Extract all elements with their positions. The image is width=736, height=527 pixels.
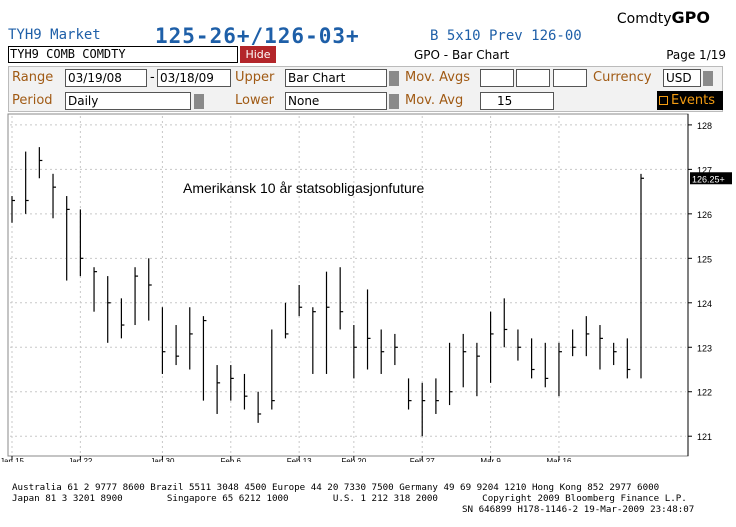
range-label: Range <box>12 70 54 85</box>
last-price-tag: 126.25+ <box>690 172 732 185</box>
chevron-down-icon[interactable] <box>703 71 713 86</box>
y-tick-label: 122 <box>697 388 712 398</box>
y-tick-label: 123 <box>697 343 712 353</box>
mov-avg-3-field[interactable] <box>553 69 587 87</box>
period-select[interactable]: Daily <box>65 92 191 110</box>
x-tick-label: Feb 6 <box>221 457 242 462</box>
brand-logo: ComdtyGPO <box>616 8 710 27</box>
range-separator: - <box>150 70 155 85</box>
mov-avgs-label: Mov. Avgs <box>405 70 470 85</box>
security-input[interactable]: TYH9 COMB COMDTY <box>8 46 238 63</box>
x-tick-label: Jan 30 <box>150 457 175 462</box>
footer-serial: SN 646899 H178-1146-2 19-Mar-2009 23:48:… <box>462 504 695 515</box>
function-title: GPO - Bar Chart <box>414 48 510 62</box>
period-label: Period <box>12 93 53 108</box>
y-tick-label: 125 <box>697 254 712 264</box>
quote-details: B 5x10 Prev 126-00 <box>430 28 582 44</box>
y-tick-label: 128 <box>697 121 712 131</box>
footer-contacts-1: Australia 61 2 9777 8600 Brazil 5511 304… <box>12 482 660 493</box>
mov-avg-field[interactable]: 15 <box>480 92 554 110</box>
footer-contacts-2: Japan 81 3 3201 8900 Singapore 65 6212 1… <box>12 493 687 504</box>
ticker-label: TYH9 Market <box>8 27 101 43</box>
mov-avg-2-field[interactable] <box>516 69 550 87</box>
currency-select[interactable]: USD <box>663 69 701 87</box>
chart-annotation: Amerikansk 10 år statsobligasjonfuture <box>183 180 424 196</box>
mov-avg-label: Mov. Avg <box>405 93 464 108</box>
checkbox-icon <box>659 96 668 105</box>
y-tick-label: 124 <box>697 299 712 309</box>
events-button[interactable]: Events <box>657 91 723 110</box>
last-price-label: 126.25+ <box>692 174 725 184</box>
plot-frame <box>7 113 689 457</box>
currency-label: Currency <box>593 70 652 85</box>
range-end-field[interactable]: 03/18/09 <box>157 69 231 87</box>
price-quote: 125-26+/126-03+ <box>155 24 360 48</box>
upper-label: Upper <box>235 70 275 85</box>
y-tick-label: 126 <box>697 210 712 220</box>
lower-label: Lower <box>235 93 274 108</box>
footer: Australia 61 2 9777 8600 Brazil 5511 304… <box>0 480 736 527</box>
price-chart: 121 122 123 124 125 126 127 128 126.25+ Jan 15 Ja… <box>0 112 736 466</box>
chevron-down-icon[interactable] <box>194 94 204 109</box>
y-tick-label: 121 <box>697 432 712 442</box>
x-tick-label: Jan 22 <box>68 457 93 462</box>
x-tick-label: Feb 20 <box>341 457 366 462</box>
toolbar: TYH9 COMB COMDTY Hide GPO - Bar Chart Pa… <box>0 46 736 66</box>
hide-button[interactable]: Hide <box>240 46 276 63</box>
lower-select[interactable]: None <box>285 92 387 110</box>
range-start-field[interactable]: 03/19/08 <box>65 69 147 87</box>
upper-select[interactable]: Bar Chart <box>285 69 387 87</box>
bar-chart-svg: 121122123124125126127128126.25+ Jan 15 Ja… <box>0 113 732 466</box>
x-tick-label: Mar 9 <box>480 457 501 462</box>
chevron-down-icon[interactable] <box>389 71 399 86</box>
settings-panel: Range 03/19/08 - 03/18/09 Upper Bar Char… <box>8 66 723 112</box>
page-indicator: Page 1/19 <box>666 48 726 62</box>
x-tick-label: Mar 16 <box>547 457 572 462</box>
chevron-down-icon[interactable] <box>389 94 399 109</box>
mov-avg-1-field[interactable] <box>480 69 514 87</box>
x-tick-label: Jan 15 <box>0 457 25 462</box>
x-tick-label: Feb 27 <box>410 457 435 462</box>
x-tick-label: Feb 13 <box>287 457 312 462</box>
title-bar: TYH9 Market 125-26+/126-03+ B 5x10 Prev … <box>0 0 736 48</box>
